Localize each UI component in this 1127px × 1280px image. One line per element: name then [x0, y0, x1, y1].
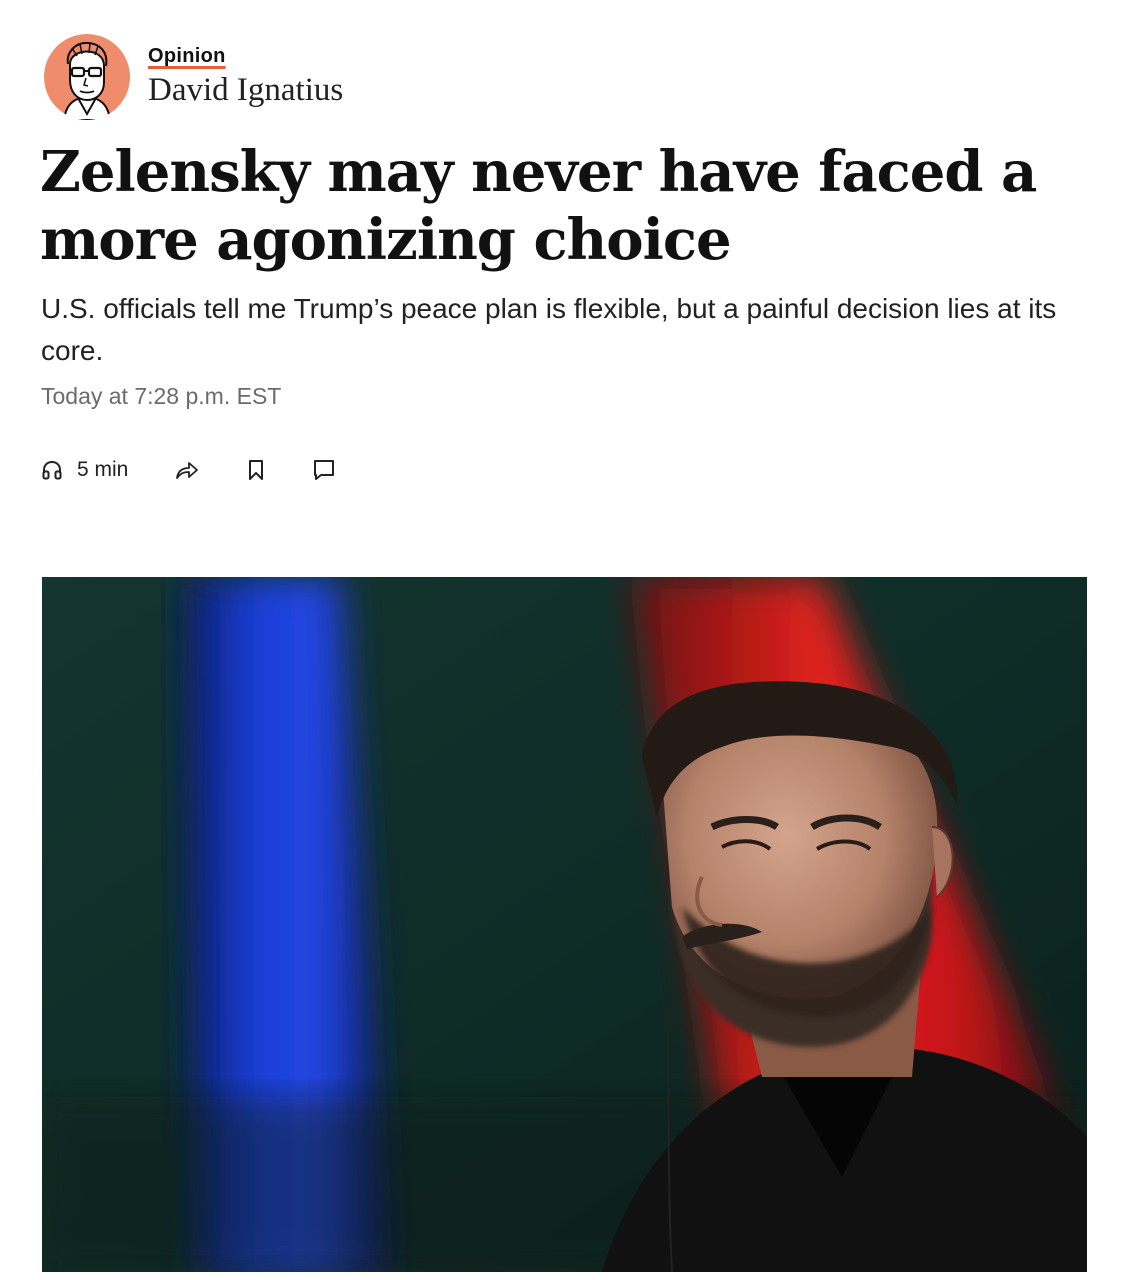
listen-duration: 5 min	[77, 458, 129, 481]
listen-button[interactable]: 5 min	[41, 458, 128, 482]
share-button[interactable]	[174, 459, 200, 481]
headphones-icon	[41, 459, 63, 481]
share-icon	[174, 459, 200, 481]
author-name[interactable]: David Ignatius	[148, 72, 343, 109]
comment-icon	[312, 458, 336, 482]
byline: Opinion David Ignatius	[44, 34, 343, 120]
lead-photo[interactable]	[42, 577, 1087, 1272]
bookmark-icon	[246, 459, 266, 481]
save-button[interactable]	[246, 459, 266, 481]
article-headline: Zelensky may never have faced a more ago…	[40, 139, 1037, 273]
article-subheadline: U.S. officials tell me Trump’s peace pla…	[41, 293, 1057, 366]
publish-timestamp: Today at 7:28 p.m. EST	[41, 383, 282, 409]
article-action-bar: 5 min	[41, 455, 336, 485]
comment-button[interactable]	[312, 458, 336, 482]
section-label-opinion[interactable]: Opinion	[148, 45, 343, 68]
author-avatar[interactable]	[44, 34, 130, 120]
